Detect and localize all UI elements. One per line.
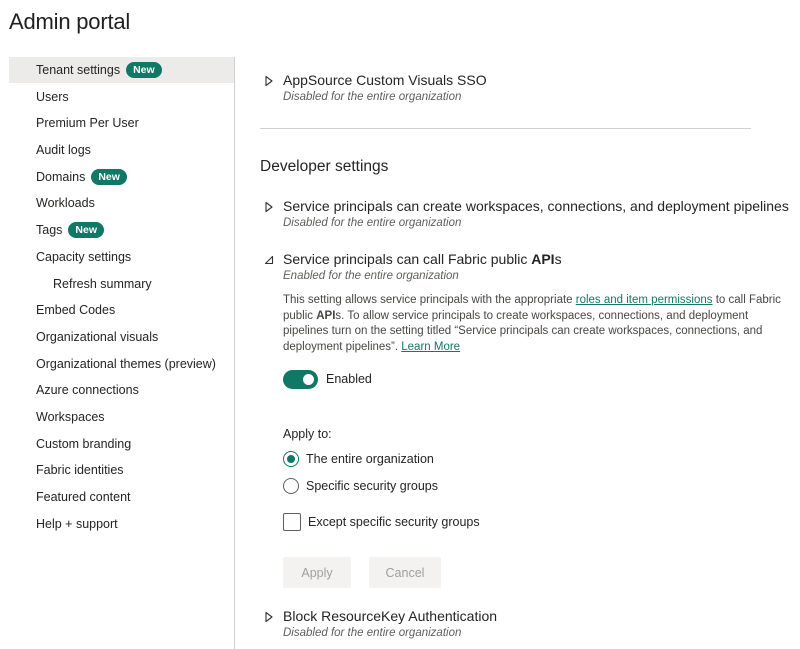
- new-badge: New: [126, 62, 162, 78]
- sidebar-item-featured-content[interactable]: Featured content: [9, 484, 234, 510]
- sidebar-item-label: Capacity settings: [36, 250, 132, 264]
- sidebar-item-label: Embed Codes: [36, 303, 116, 317]
- cancel-button[interactable]: Cancel: [369, 557, 441, 588]
- setting-title[interactable]: Service principals can call Fabric publi…: [283, 251, 562, 267]
- sidebar-item-label: Organizational themes (preview): [36, 357, 216, 371]
- chevron-expanded-icon[interactable]: [264, 254, 274, 266]
- setting-status: Disabled for the entire organization: [283, 217, 462, 229]
- radio-button[interactable]: [283, 478, 299, 494]
- sidebar-item-premium-per-user[interactable]: Premium Per User: [9, 110, 234, 136]
- sidebar-item-label: Featured content: [36, 490, 131, 504]
- sidebar-item-refresh-summary[interactable]: Refresh summary: [9, 271, 234, 297]
- sidebar-item-label: Tags: [36, 223, 63, 237]
- setting-sp-create-workspaces[interactable]: Service principals can create workspaces…: [236, 198, 800, 238]
- sidebar-item-tenant-settings[interactable]: Tenant settings New: [9, 57, 234, 83]
- sidebar-item-audit-logs[interactable]: Audit logs: [9, 137, 234, 163]
- setting-block-resourcekey[interactable]: Block ResourceKey Authentication Disable…: [236, 608, 800, 648]
- sidebar-item-label: Workspaces: [36, 410, 105, 424]
- sidebar-item-label: Tenant settings: [36, 63, 121, 77]
- sidebar-item-embed-codes[interactable]: Embed Codes: [9, 297, 234, 323]
- sidebar: Tenant settings New Users Premium Per Us…: [9, 57, 235, 649]
- chevron-right-icon[interactable]: [264, 75, 274, 87]
- roles-permissions-link[interactable]: roles and item permissions: [576, 294, 713, 306]
- sidebar-item-label: Users: [36, 90, 69, 104]
- sidebar-item-label: Custom branding: [36, 437, 132, 451]
- radio-button-checked[interactable]: [283, 451, 299, 467]
- sidebar-item-label: Workloads: [36, 196, 95, 210]
- radio-label: The entire organization: [306, 452, 434, 466]
- sidebar-item-azure-connections[interactable]: Azure connections: [9, 377, 234, 403]
- setting-sp-call-apis[interactable]: Service principals can call Fabric publi…: [236, 251, 800, 291]
- setting-title[interactable]: Block ResourceKey Authentication: [283, 608, 497, 624]
- toggle-label: Enabled: [326, 372, 372, 386]
- description-bold: API: [316, 309, 336, 322]
- sidebar-item-organizational-themes[interactable]: Organizational themes (preview): [9, 351, 234, 377]
- sidebar-item-label: Domains: [36, 170, 86, 184]
- setting-status: Disabled for the entire organization: [283, 91, 462, 103]
- section-divider: [260, 128, 751, 129]
- sidebar-item-workloads[interactable]: Workloads: [9, 190, 234, 216]
- sidebar-item-custom-branding[interactable]: Custom branding: [9, 431, 234, 457]
- sidebar-item-fabric-identities[interactable]: Fabric identities: [9, 457, 234, 483]
- radio-entire-organization[interactable]: The entire organization: [283, 450, 434, 468]
- setting-status: Disabled for the entire organization: [283, 627, 462, 639]
- sidebar-item-capacity-settings[interactable]: Capacity settings: [9, 244, 234, 270]
- sidebar-item-label: Help + support: [36, 517, 118, 531]
- sidebar-item-workspaces[interactable]: Workspaces: [9, 404, 234, 430]
- apply-button[interactable]: Apply: [283, 557, 351, 588]
- new-badge: New: [91, 169, 127, 185]
- description-text: This setting allows service principals w…: [283, 294, 576, 306]
- setting-description: This setting allows service principals w…: [283, 293, 783, 355]
- sidebar-item-label: Organizational visuals: [36, 330, 159, 344]
- enabled-toggle[interactable]: [283, 370, 318, 389]
- setting-title[interactable]: AppSource Custom Visuals SSO: [283, 72, 487, 88]
- chevron-right-icon[interactable]: [264, 201, 274, 213]
- sidebar-item-organizational-visuals[interactable]: Organizational visuals: [9, 324, 234, 350]
- tenant-settings-panel: AppSource Custom Visuals SSO Disabled fo…: [236, 57, 800, 649]
- page-title: Admin portal: [9, 9, 131, 34]
- checkbox-label: Except specific security groups: [308, 514, 480, 529]
- sidebar-item-users[interactable]: Users: [9, 84, 234, 110]
- sidebar-item-label: Premium Per User: [36, 116, 139, 130]
- learn-more-link[interactable]: Learn More: [401, 341, 460, 353]
- setting-title-bold: API: [531, 251, 555, 267]
- sidebar-item-label: Refresh summary: [53, 277, 152, 291]
- setting-title[interactable]: Service principals can create workspaces…: [283, 198, 789, 214]
- sidebar-item-domains[interactable]: Domains New: [9, 164, 234, 190]
- section-heading-developer: Developer settings: [260, 158, 389, 175]
- setting-appsource-sso[interactable]: AppSource Custom Visuals SSO Disabled fo…: [236, 72, 800, 112]
- sidebar-item-help-support[interactable]: Help + support: [9, 511, 234, 537]
- chevron-right-icon[interactable]: [264, 611, 274, 623]
- description-text: s. To allow service principals to create…: [283, 309, 763, 353]
- setting-title-prefix: Service principals can call Fabric publi…: [283, 251, 532, 267]
- toggle-knob: [303, 374, 314, 385]
- except-checkbox[interactable]: [283, 512, 301, 531]
- except-security-groups-checkbox-row[interactable]: Except specific security groups: [283, 512, 480, 531]
- sidebar-item-tags[interactable]: Tags New: [9, 217, 234, 243]
- sidebar-item-label: Azure connections: [36, 383, 139, 397]
- setting-status: Enabled for the entire organization: [283, 270, 459, 282]
- sidebar-item-label: Audit logs: [36, 143, 91, 157]
- radio-label: Specific security groups: [306, 479, 439, 493]
- setting-title-suffix: s: [554, 251, 562, 267]
- sidebar-item-label: Fabric identities: [36, 463, 124, 477]
- new-badge: New: [68, 222, 104, 238]
- apply-to-label: Apply to:: [283, 427, 332, 441]
- radio-specific-security-groups[interactable]: Specific security groups: [283, 477, 438, 495]
